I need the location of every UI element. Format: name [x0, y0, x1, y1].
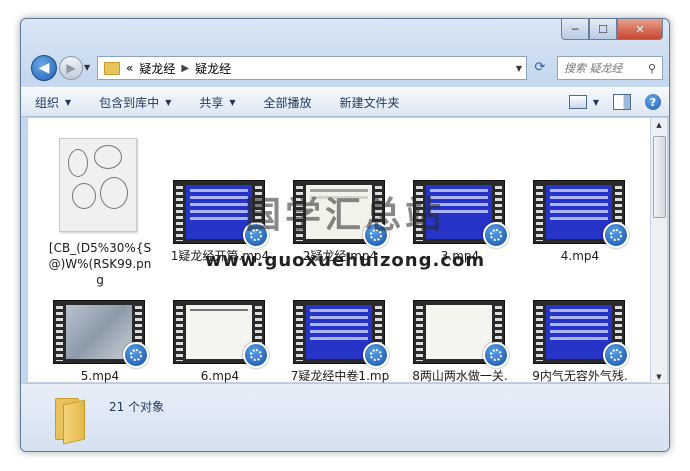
- close-button[interactable]: ✕: [617, 19, 663, 40]
- share-menu[interactable]: 共享 ▼: [185, 94, 249, 111]
- breadcrumb-item[interactable]: 疑龙经: [139, 60, 175, 77]
- breadcrumb-separator-icon[interactable]: ▶: [181, 63, 189, 74]
- scroll-down-icon[interactable]: ▼: [651, 370, 667, 384]
- back-arrow-icon: ◀: [38, 60, 50, 76]
- media-player-icon: [363, 342, 389, 368]
- file-name: 6.mp4: [200, 369, 240, 383]
- refresh-icon: ⟳: [534, 59, 546, 75]
- organize-label: 组织: [35, 95, 60, 110]
- search-input[interactable]: [558, 60, 646, 76]
- help-icon[interactable]: ?: [645, 94, 661, 110]
- play-all-button[interactable]: 全部播放: [250, 94, 326, 111]
- minimize-button[interactable]: ─: [561, 19, 589, 40]
- preview-pane-icon[interactable]: [613, 94, 631, 110]
- breadcrumb-item[interactable]: 疑龙经: [195, 60, 231, 77]
- change-view-button[interactable]: ▼: [568, 95, 599, 109]
- new-folder-button[interactable]: 新建文件夹: [326, 94, 414, 111]
- new-folder-label: 新建文件夹: [339, 95, 400, 110]
- search-icon[interactable]: ⚲: [648, 62, 656, 75]
- search-box[interactable]: ⚲: [557, 56, 663, 80]
- window-controls: ─ ☐ ✕: [561, 19, 663, 40]
- media-player-icon: [243, 222, 269, 248]
- address-bar[interactable]: « 疑龙经 ▶ 疑龙经 ▼: [97, 56, 527, 80]
- include-library-menu[interactable]: 包含到库中 ▼: [85, 94, 185, 111]
- chevron-down-icon: ▼: [165, 97, 172, 107]
- address-dropdown-icon[interactable]: ▼: [516, 64, 522, 73]
- item-count: 21 个对象: [109, 400, 165, 414]
- media-player-icon: [603, 222, 629, 248]
- folder-icon: [49, 396, 89, 445]
- organize-menu[interactable]: 组织 ▼: [21, 94, 85, 111]
- media-player-icon: [243, 342, 269, 368]
- refresh-button[interactable]: ⟳: [529, 56, 551, 78]
- scroll-up-icon[interactable]: ▲: [651, 118, 667, 132]
- chevron-down-icon: ▼: [229, 97, 236, 107]
- navigation-bar: ◀ ▶ ▼ « 疑龙经 ▶ 疑龙经 ▼ ⟳ ⚲: [21, 53, 669, 83]
- forward-arrow-icon: ▶: [66, 61, 76, 75]
- scrollbar-thumb[interactable]: [653, 136, 666, 218]
- share-label: 共享: [199, 95, 224, 110]
- media-player-icon: [603, 342, 629, 368]
- explorer-window: ─ ☐ ✕ ◀ ▶ ▼ « 疑龙经 ▶ 疑龙经 ▼ ⟳ ⚲ 组织 ▼ 包含到库中 ▼…: [20, 18, 670, 452]
- chevron-down-icon: ▼: [65, 97, 72, 107]
- forward-button[interactable]: ▶: [59, 56, 83, 80]
- address-overflow[interactable]: «: [126, 61, 133, 75]
- media-player-icon: [363, 222, 389, 248]
- file-item[interactable]: 6.mp4: [168, 300, 272, 384]
- recent-pages-dropdown[interactable]: ▼: [84, 63, 90, 72]
- watermark-url: www.guoxuehuizong.com: [204, 250, 486, 271]
- media-player-icon: [483, 342, 509, 368]
- file-item[interactable]: 5.mp4: [48, 300, 152, 384]
- media-player-icon: [483, 222, 509, 248]
- details-pane: 21 个对象: [21, 383, 669, 451]
- chevron-down-icon: ▼: [592, 97, 599, 107]
- maximize-button[interactable]: ☐: [589, 19, 617, 40]
- command-bar: 组织 ▼ 包含到库中 ▼ 共享 ▼ 全部播放 新建文件夹 ▼ ?: [21, 87, 669, 117]
- play-all-label: 全部播放: [263, 95, 312, 110]
- image-thumbnail: [59, 138, 137, 232]
- file-name: 5.mp4: [80, 369, 120, 383]
- media-player-icon: [123, 342, 149, 368]
- back-button[interactable]: ◀: [31, 55, 57, 81]
- include-library-label: 包含到库中: [99, 95, 160, 110]
- folder-icon: [104, 61, 120, 75]
- view-icon: [568, 95, 587, 109]
